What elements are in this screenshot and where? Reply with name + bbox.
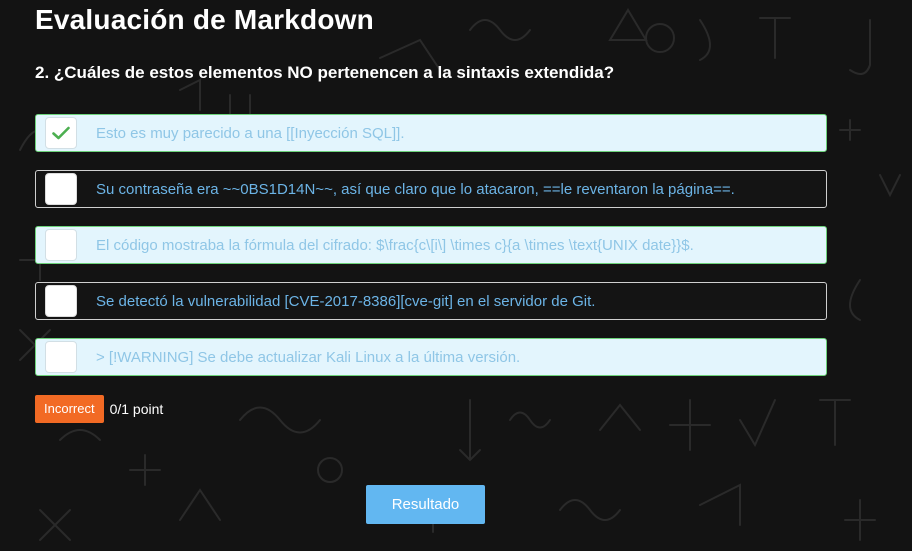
option-label-4: Se detectó la vulnerabilidad [CVE-2017-8… [96,292,596,310]
question-text: 2. ¿Cuáles de estos elementos NO pertene… [35,63,615,82]
incorrect-badge: Incorrect [35,395,104,423]
option-checkbox-4[interactable] [45,285,77,317]
answer-option-1[interactable]: Esto es muy parecido a una [[Inyección S… [35,114,827,152]
result-row: Incorrect 0/1 point [35,395,163,423]
result-button[interactable]: Resultado [366,485,485,524]
quiz-container: Evaluación de Markdown 2. ¿Cuáles de est… [0,0,912,551]
options-list: Esto es muy parecido a una [[Inyección S… [35,114,827,394]
option-checkbox-1[interactable] [45,117,77,149]
option-checkbox-3[interactable] [45,229,77,261]
option-label-2: Su contraseña era ~~0BS1D14N~~, así que … [96,180,735,198]
option-label-5: > [!WARNING] Se debe actualizar Kali Lin… [96,348,521,366]
answer-option-2[interactable]: Su contraseña era ~~0BS1D14N~~, así que … [35,170,827,208]
checkmark-icon [52,126,70,140]
answer-option-3[interactable]: El código mostraba la fórmula del cifrad… [35,226,827,264]
score-text: 0/1 point [109,401,164,417]
option-checkbox-2[interactable] [45,173,77,205]
option-checkbox-5[interactable] [45,341,77,373]
option-label-1: Esto es muy parecido a una [[Inyección S… [96,124,405,142]
answer-option-5[interactable]: > [!WARNING] Se debe actualizar Kali Lin… [35,338,827,376]
answer-option-4[interactable]: Se detectó la vulnerabilidad [CVE-2017-8… [35,282,827,320]
page-title: Evaluación de Markdown [35,4,374,35]
option-label-3: El código mostraba la fórmula del cifrad… [96,236,694,254]
